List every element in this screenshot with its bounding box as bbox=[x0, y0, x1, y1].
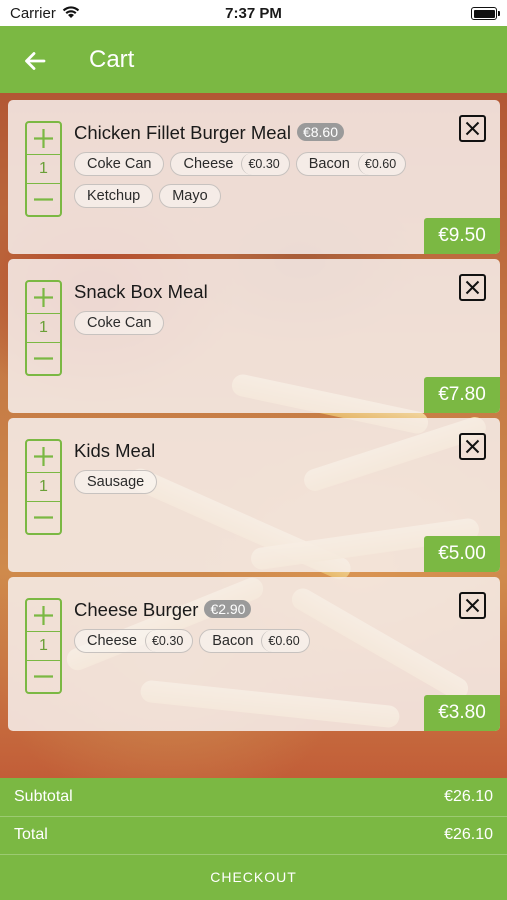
increase-quantity-button[interactable] bbox=[27, 282, 60, 313]
item-options: Coke Can bbox=[74, 311, 170, 335]
option-label: Ketchup bbox=[87, 188, 141, 204]
decrease-quantity-button[interactable] bbox=[27, 184, 60, 215]
option-chip: Bacon €0.60 bbox=[295, 152, 407, 176]
option-price: €0.30 bbox=[144, 630, 189, 652]
plus-icon bbox=[34, 129, 53, 148]
option-label: Bacon bbox=[212, 633, 254, 649]
close-icon bbox=[465, 439, 480, 454]
minus-icon bbox=[34, 516, 53, 519]
item-options: Ketchup Mayo bbox=[74, 184, 227, 208]
total-row: Total €26.10 bbox=[14, 817, 493, 853]
option-chip: Mayo bbox=[159, 184, 221, 208]
option-label: Bacon bbox=[308, 156, 350, 172]
checkout-button[interactable]: CHECKOUT bbox=[0, 854, 507, 900]
item-name: Cheese Burger bbox=[74, 599, 199, 620]
item-name-row: Kids Meal bbox=[74, 440, 155, 462]
option-chip: Cheese €0.30 bbox=[170, 152, 290, 176]
quantity-value: 1 bbox=[27, 154, 60, 184]
item-line-total: €9.50 bbox=[424, 218, 500, 254]
increase-quantity-button[interactable] bbox=[27, 441, 60, 472]
item-options: Sausage bbox=[74, 470, 163, 494]
quantity-stepper: 1 bbox=[25, 280, 62, 376]
option-label: Mayo bbox=[172, 188, 208, 204]
cart-item: 1 Kids Meal Sausage €5.00 bbox=[8, 418, 500, 572]
option-label: Sausage bbox=[87, 474, 145, 490]
cart-summary: Subtotal €26.10 Total €26.10 CHECKOUT bbox=[0, 778, 507, 900]
cart-item: 1 Cheese Burger €2.90 Cheese €0.30 Bacon €0.… bbox=[8, 577, 500, 731]
arrow-left-icon[interactable] bbox=[20, 46, 50, 76]
app-header: Cart bbox=[0, 26, 507, 93]
quantity-stepper: 1 bbox=[25, 439, 62, 535]
option-chip: Sausage bbox=[74, 470, 158, 494]
total-label: Total bbox=[14, 826, 48, 843]
quantity-value: 1 bbox=[27, 631, 60, 661]
option-label: Cheese bbox=[87, 633, 137, 649]
item-name-row: Cheese Burger €2.90 bbox=[74, 599, 252, 621]
cart-list: 1 Chicken Fillet Burger Meal €8.60 Coke C… bbox=[0, 93, 507, 778]
cart-item: 1 Snack Box Meal Coke Can €7.80 bbox=[8, 259, 500, 413]
total-value: €26.10 bbox=[444, 826, 493, 843]
minus-icon bbox=[34, 357, 53, 360]
subtotal-row: Subtotal €26.10 bbox=[14, 779, 493, 815]
option-chip: Coke Can bbox=[74, 152, 165, 176]
cart-item: 1 Chicken Fillet Burger Meal €8.60 Coke C… bbox=[8, 100, 500, 254]
item-line-total: €3.80 bbox=[424, 695, 500, 731]
item-name-row: Chicken Fillet Burger Meal €8.60 bbox=[74, 122, 344, 144]
remove-item-button[interactable] bbox=[459, 274, 486, 301]
plus-icon bbox=[34, 447, 53, 466]
item-options: Coke Can Cheese €0.30 Bacon €0.60 bbox=[74, 152, 412, 176]
increase-quantity-button[interactable] bbox=[27, 123, 60, 154]
option-price: €0.30 bbox=[241, 153, 285, 175]
minus-icon bbox=[34, 198, 53, 201]
battery-icon bbox=[471, 7, 500, 20]
plus-icon bbox=[34, 606, 53, 625]
item-base-price: €2.90 bbox=[204, 600, 252, 618]
close-icon bbox=[465, 280, 480, 295]
item-base-price: €8.60 bbox=[296, 123, 344, 141]
subtotal-label: Subtotal bbox=[14, 788, 73, 805]
close-icon bbox=[465, 121, 480, 136]
item-options: Cheese €0.30 Bacon €0.60 bbox=[74, 629, 316, 653]
quantity-stepper: 1 bbox=[25, 121, 62, 217]
status-bar: Carrier 7:37 PM bbox=[0, 0, 507, 26]
item-line-total: €5.00 bbox=[424, 536, 500, 572]
plus-icon bbox=[34, 288, 53, 307]
quantity-value: 1 bbox=[27, 313, 60, 343]
close-icon bbox=[465, 598, 480, 613]
decrease-quantity-button[interactable] bbox=[27, 661, 60, 692]
item-name: Chicken Fillet Burger Meal bbox=[74, 122, 291, 143]
remove-item-button[interactable] bbox=[459, 115, 486, 142]
item-name: Snack Box Meal bbox=[74, 281, 208, 302]
page-title: Cart bbox=[89, 46, 135, 73]
remove-item-button[interactable] bbox=[459, 592, 486, 619]
decrease-quantity-button[interactable] bbox=[27, 343, 60, 374]
decrease-quantity-button[interactable] bbox=[27, 502, 60, 533]
item-name-row: Snack Box Meal bbox=[74, 281, 208, 303]
option-price: €0.60 bbox=[357, 153, 402, 175]
minus-icon bbox=[34, 675, 53, 678]
option-price: €0.60 bbox=[261, 630, 305, 652]
item-line-total: €7.80 bbox=[424, 377, 500, 413]
option-label: Coke Can bbox=[87, 315, 152, 331]
option-chip: Bacon €0.60 bbox=[199, 629, 310, 653]
status-time: 7:37 PM bbox=[225, 5, 282, 22]
increase-quantity-button[interactable] bbox=[27, 600, 60, 631]
quantity-value: 1 bbox=[27, 472, 60, 502]
quantity-stepper: 1 bbox=[25, 598, 62, 694]
option-label: Coke Can bbox=[87, 156, 152, 172]
option-chip: Ketchup bbox=[74, 184, 154, 208]
option-chip: Coke Can bbox=[74, 311, 165, 335]
option-label: Cheese bbox=[183, 156, 234, 172]
remove-item-button[interactable] bbox=[459, 433, 486, 460]
option-chip: Cheese €0.30 bbox=[74, 629, 194, 653]
item-name: Kids Meal bbox=[74, 440, 156, 461]
subtotal-value: €26.10 bbox=[444, 788, 493, 805]
